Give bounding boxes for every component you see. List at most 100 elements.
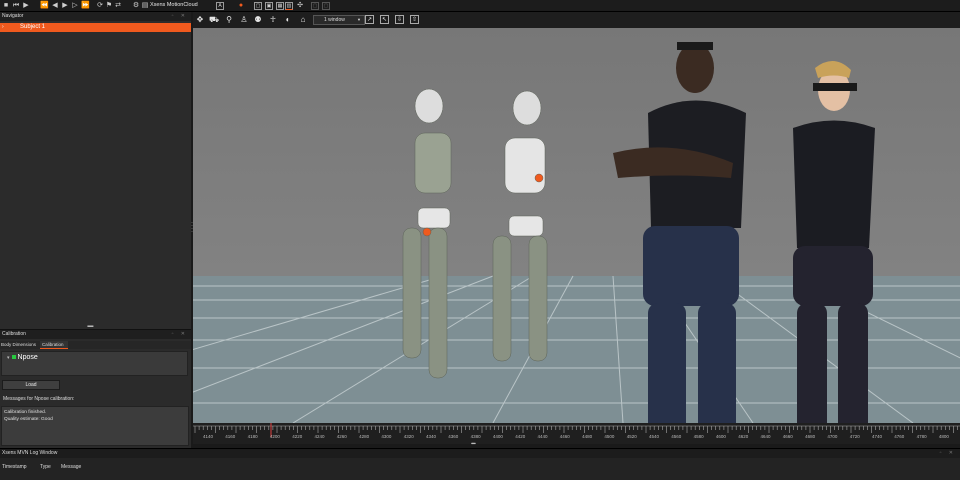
log-title: Xsens MVN Log Window (2, 450, 58, 456)
layout-a-icon[interactable]: ▢ (254, 2, 262, 10)
3d-viewport[interactable]: ✥ ⛟ ⚲ ♙ ⚉ ☥ ◐ ⌂ 1 window ▼ ↗ ↖ ⇩ ⇧ (193, 12, 960, 423)
timeline-frame-label: 4660 (782, 434, 793, 439)
document-title: Xsens MotionCloud (150, 2, 198, 8)
timeline-frame-label: 4700 (827, 434, 838, 439)
timeline-frame-label: 4240 (314, 434, 325, 439)
timeline-frame-label: 4320 (403, 434, 414, 439)
car-icon[interactable]: ⛟ (209, 15, 219, 25)
loop-icon[interactable]: ⟳ (96, 2, 104, 10)
flag-icon[interactable]: ⚑ (105, 2, 113, 10)
layout-b-icon[interactable]: ▣ (265, 2, 273, 10)
play-icon[interactable]: ▶ (22, 2, 30, 10)
timeline-frame-label: 4300 (381, 434, 392, 439)
timeline-frame-label: 4740 (872, 434, 883, 439)
splitter-grip-icon[interactable]: ▪▪▪▪▪ (471, 441, 476, 447)
network-icon[interactable]: ✣ (296, 2, 304, 10)
timeline-frame-label: 4400 (492, 434, 503, 439)
navigator-title: Navigator (2, 13, 24, 19)
timeline-frame-label: 4780 (916, 434, 927, 439)
timeline-frame-label: 4760 (894, 434, 905, 439)
timeline-frame-label: 4640 (760, 434, 771, 439)
timeline-frame-label: 4600 (715, 434, 726, 439)
timeline-frame-label: 4220 (292, 434, 303, 439)
figure-icon[interactable]: ♙ (239, 15, 249, 25)
pose-name: Npose (17, 354, 38, 361)
timeline-frame-label: 4140 (203, 434, 214, 439)
move-icon[interactable]: ✥ (195, 15, 205, 25)
marker-icon[interactable]: ⌂ (298, 15, 308, 25)
timeline-frame-label: 4680 (805, 434, 816, 439)
group-icon[interactable]: ⚉ (253, 15, 263, 25)
messages-box: Calibration finished. Quality estimate: … (1, 406, 189, 446)
graph-icon[interactable]: ↗ (365, 15, 374, 24)
timeline-frame-label: 4480 (582, 434, 593, 439)
cursor-icon[interactable]: ↖ (380, 15, 389, 24)
timeline-frame-label: 4160 (225, 434, 236, 439)
timeline-frame-label: 4520 (626, 434, 637, 439)
panel-controls-icon[interactable]: ▫ ✕ (940, 449, 956, 458)
tab-body-dimensions[interactable]: Body Dimensions (1, 341, 39, 349)
timeline-frame-label: 4360 (448, 434, 459, 439)
folder-icon[interactable]: ▤ (141, 2, 149, 10)
camera-icon[interactable]: ◐ (283, 15, 293, 25)
layout-d-icon[interactable]: ▥ (285, 2, 293, 10)
expand-icon[interactable]: ▾ (7, 355, 10, 361)
subject-label: Subject 1 (20, 24, 46, 30)
save-icon[interactable]: A (216, 2, 224, 10)
calibration-header: Calibration ▫ ✕ (0, 330, 191, 339)
timeline-frame-label: 4720 (849, 434, 860, 439)
navigator-header: Navigator ▫ ✕ (0, 12, 191, 21)
fast-forward-icon[interactable]: ⏩ (81, 2, 90, 10)
log-header: Xsens MVN Log Window ▫ ✕ (0, 449, 960, 458)
timeline-frame-label: 4620 (738, 434, 749, 439)
timeline-frame-label: 4260 (336, 434, 347, 439)
panel-controls-icon[interactable]: ▫ ✕ (172, 12, 188, 21)
timeline-frame-label: 4440 (537, 434, 548, 439)
import-icon[interactable]: ⇧ (410, 15, 419, 24)
tab-calibration[interactable]: Calibration (40, 341, 68, 349)
play-icon[interactable]: ▶ (61, 2, 69, 10)
collapse-arrow-icon[interactable]: › (2, 23, 4, 32)
rewind-icon[interactable]: ⏮ (12, 2, 20, 10)
frame-forward-icon[interactable]: ▷ (71, 2, 79, 10)
scene-render (193, 28, 960, 423)
timeline-frame-label: 4200 (269, 434, 280, 439)
frame-back-icon[interactable]: ◀ (51, 2, 59, 10)
settings-icon[interactable]: ⚙ (132, 2, 140, 10)
window-dropdown[interactable]: 1 window ▼ (313, 15, 365, 25)
timeline-frame-label: 4420 (515, 434, 526, 439)
step-back-icon[interactable]: ⏪ (40, 2, 49, 10)
npose-item[interactable]: ▾ Npose (7, 354, 38, 361)
pin-icon[interactable]: ⚲ (224, 15, 234, 25)
chevron-down-icon: ▼ (357, 17, 361, 22)
message-line: Quality estimate: Good (4, 416, 53, 422)
export-icon[interactable]: ⇩ (395, 15, 404, 24)
link-icon[interactable]: ⇄ (114, 2, 122, 10)
calibration-panel: Calibration ▫ ✕ Body Dimensions Calibrat… (0, 329, 191, 448)
layout-c-icon[interactable]: ▦ (276, 2, 284, 10)
record-icon[interactable]: ● (237, 2, 245, 10)
load-button[interactable]: Load (2, 380, 60, 390)
status-green-icon (11, 355, 16, 360)
stop-icon[interactable]: ■ (2, 2, 10, 10)
timeline-frame-label: 4460 (559, 434, 570, 439)
log-window: Xsens MVN Log Window ▫ ✕ Timestamp Type … (0, 448, 960, 480)
column-message[interactable]: Message (61, 464, 81, 470)
calibration-tabs: Body Dimensions Calibration (0, 341, 191, 349)
timeline[interactable]: 4140 4160 4180 4200 4220 4240 4260 4280 4300 4320… (193, 423, 960, 447)
box-icon[interactable]: ▢ (311, 2, 319, 10)
subject-row[interactable]: › Subject 1 (0, 23, 191, 32)
timeline-frame-label: 4580 (693, 434, 704, 439)
main-toolbar: ■ ⏮ ▶ ⏪ ◀ ▶ ▷ ⏩ ⟳ ⚑ ⇄ ⚙ ▤ Xsens MotionCl… (0, 0, 960, 12)
calibration-title: Calibration (2, 331, 26, 337)
timeline-frame-label: 4800 (938, 434, 949, 439)
timeline-frame-label: 4340 (426, 434, 437, 439)
timeline-frame-label: 4560 (671, 434, 682, 439)
skeleton-icon[interactable]: ☥ (268, 15, 278, 25)
box2-icon[interactable]: ▢ (322, 2, 330, 10)
window-dropdown-value: 1 window (324, 17, 345, 23)
column-timestamp[interactable]: Timestamp (2, 464, 27, 470)
column-type[interactable]: Type (40, 464, 51, 470)
panel-controls-icon[interactable]: ▫ ✕ (172, 330, 188, 339)
timeline-frame-label: 4280 (359, 434, 370, 439)
